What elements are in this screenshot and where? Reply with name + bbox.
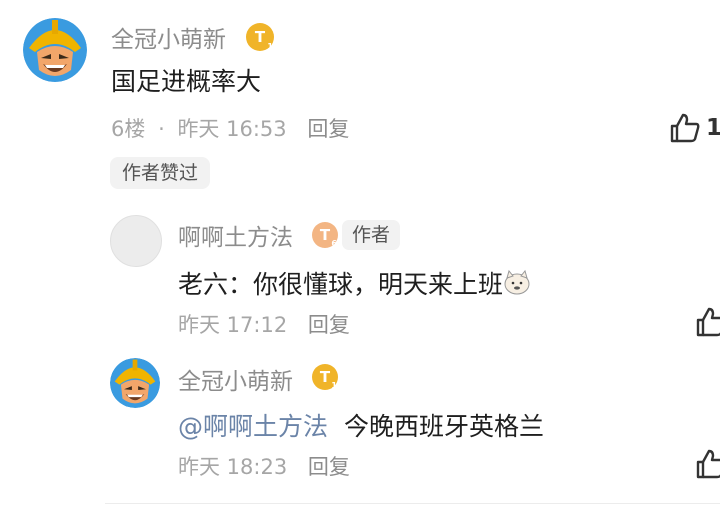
level-badge: T 1 [246,23,274,51]
thumbs-up-icon [696,449,720,479]
username[interactable]: 啊啊土方法 [178,218,293,252]
floor-number: 6楼 [111,117,146,141]
username[interactable]: 全冠小萌新 [178,362,293,396]
like-button[interactable] [694,447,720,485]
level-badge: T 1 [312,364,338,390]
reply-meta: 昨天 17:12 回复 [178,309,350,339]
like-count: 1 [706,115,720,141]
doge-emoji-icon [504,269,530,295]
meta-separator: · [158,117,165,141]
reply-text: 老六：你很懂球，明天来上班 [178,265,531,301]
reply-button[interactable]: 回复 [308,455,350,479]
reply-button[interactable]: 回复 [308,313,350,337]
mention-link[interactable]: @啊啊土方法 [178,412,328,441]
comment-text: 国足进概率大 [111,67,262,96]
thumbs-up-icon [670,113,700,143]
thumbs-up-icon [696,307,720,337]
author-liked-tag: 作者赞过 [110,157,211,189]
divider [105,503,720,504]
avatar[interactable] [23,18,87,82]
reply-text: @啊啊土方法 今晚西班牙英格兰 [178,412,544,441]
reply-button[interactable]: 回复 [307,117,349,141]
timestamp: 昨天 17:12 [178,313,288,337]
timestamp: 昨天 18:23 [178,455,288,479]
timestamp: 昨天 16:53 [177,117,287,141]
avatar[interactable] [110,358,160,408]
like-button[interactable]: 1 [668,111,720,145]
like-button[interactable] [694,305,720,343]
username[interactable]: 全冠小萌新 [111,20,226,54]
avatar[interactable] [110,215,162,267]
comment-meta: 6楼 · 昨天 16:53 回复 [111,113,349,143]
reply-meta: 昨天 18:23 回复 [178,451,350,481]
level-badge: T 6 [312,222,338,248]
author-tag: 作者 [342,220,401,250]
